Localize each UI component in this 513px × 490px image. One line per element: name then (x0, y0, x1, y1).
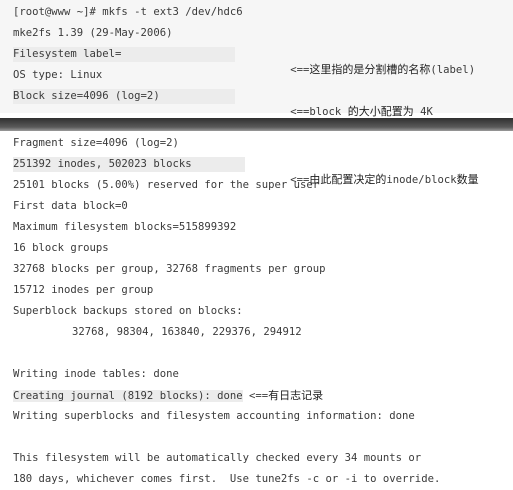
max-fs-blocks-line: Maximum filesystem blocks=515899392 (13, 221, 237, 233)
blocks-per-group-line: 32768 blocks per group, 32768 fragments … (13, 263, 326, 275)
superblock-locations-line: 32768, 98304, 163840, 229376, 294912 (72, 326, 302, 338)
reserved-blocks-line: 25101 blocks (5.00%) reserved for the su… (13, 179, 320, 191)
image-separator (0, 118, 513, 131)
fragment-size-line: Fragment size=4096 (log=2) (13, 137, 179, 149)
block-groups-line: 16 block groups (13, 242, 109, 254)
inodes-per-group-line: 15712 inodes per group (13, 284, 154, 296)
terminal-output-top: [root@www ~]# mkfs -t ext3 /dev/hdc6 mke… (0, 0, 513, 118)
version-line: mke2fs 1.39 (29-May-2006) (13, 27, 173, 39)
terminal-output-bottom: Fragment size=4096 (log=2) 251392 inodes… (0, 131, 513, 490)
superblock-backups-line: Superblock backups stored on blocks: (13, 305, 243, 317)
first-data-block-line: First data block=0 (13, 200, 128, 212)
auto-check-line-2: 180 days, whichever comes first. Use tun… (13, 473, 441, 485)
inode-tables-line: Writing inode tables: done (13, 368, 179, 380)
command-prompt-line: [root@www ~]# mkfs -t ext3 /dev/hdc6 (13, 6, 243, 18)
auto-check-line-1: This filesystem will be automatically ch… (13, 452, 422, 464)
os-type-line: OS type: Linux (13, 69, 103, 81)
filesystem-label-line: Filesystem label= (13, 47, 235, 62)
writing-superblocks-line: Writing superblocks and filesystem accou… (13, 410, 415, 422)
block-size-line: Block size=4096 (log=2) (13, 89, 235, 104)
label-annotation: <==这里指的是分割槽的名称(label) (290, 63, 476, 76)
terminal-screenshot: [root@www ~]# mkfs -t ext3 /dev/hdc6 mke… (0, 0, 513, 490)
creating-journal-line: Creating journal (8192 blocks): done <==… (13, 389, 324, 402)
inode-count-line: 251392 inodes, 502023 blocks (13, 157, 245, 172)
